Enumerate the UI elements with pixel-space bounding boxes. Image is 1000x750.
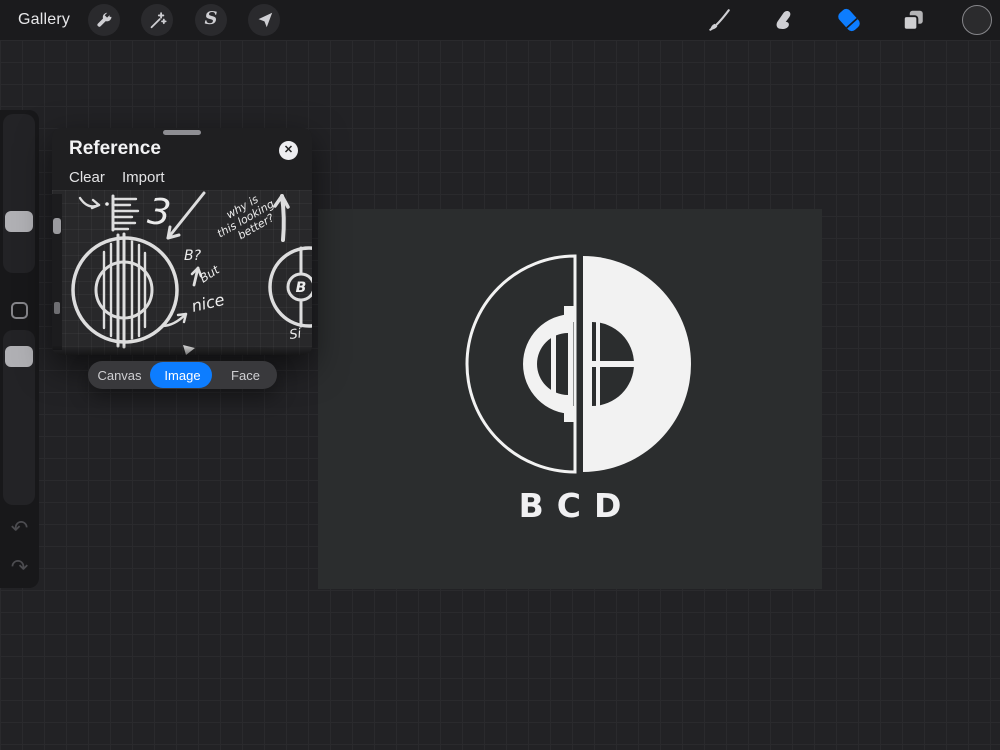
gallery-button[interactable]: Gallery xyxy=(18,0,70,40)
adjustments-button[interactable] xyxy=(141,4,173,36)
smudge-tool-button[interactable] xyxy=(767,4,801,36)
sketch-si: Si xyxy=(288,326,302,343)
magic-wand-icon xyxy=(147,10,167,30)
tab-canvas[interactable]: Canvas xyxy=(88,368,151,383)
brush-sidebar: ↶ ↷ xyxy=(0,110,39,588)
logo-wordmark: BCD xyxy=(470,486,670,525)
sketch-b-letter: B xyxy=(296,280,307,296)
tab-image[interactable]: Image xyxy=(151,368,214,383)
smudge-finger-icon xyxy=(771,7,797,33)
reference-sketch: 3 why is this looking better? B? But nic… xyxy=(52,190,312,355)
selection-button[interactable]: S xyxy=(195,4,227,36)
import-button[interactable]: Import xyxy=(122,169,165,186)
sketch-b-question: B? xyxy=(184,248,202,264)
transform-button[interactable] xyxy=(248,4,280,36)
bcd-logo-artwork xyxy=(461,244,701,484)
reference-panel[interactable]: Reference ✕ Clear Import xyxy=(52,128,312,355)
drawing-canvas[interactable]: BCD xyxy=(318,209,822,589)
eraser-tool-button[interactable] xyxy=(832,4,866,36)
close-button[interactable]: ✕ xyxy=(279,141,298,160)
transform-arrow-icon xyxy=(254,10,274,30)
eraser-icon xyxy=(835,6,863,34)
actions-button[interactable] xyxy=(88,4,120,36)
reference-tab-bar: Canvas Image Face xyxy=(88,361,277,389)
layers-icon xyxy=(900,7,926,33)
reference-panel-title: Reference xyxy=(69,138,161,160)
reference-image-fade xyxy=(52,345,312,355)
active-color-swatch[interactable] xyxy=(962,5,992,35)
undo-button[interactable]: ↶ xyxy=(0,515,39,543)
redo-button[interactable]: ↷ xyxy=(0,554,39,582)
brush-size-slider[interactable] xyxy=(3,114,35,273)
panel-drag-handle[interactable] xyxy=(163,130,201,135)
brush-opacity-handle[interactable] xyxy=(5,346,33,367)
wrench-icon xyxy=(94,10,114,30)
paint-tool-button[interactable] xyxy=(702,4,736,36)
selection-s-icon: S xyxy=(205,10,218,28)
reference-image[interactable]: 3 why is this looking better? B? But nic… xyxy=(52,190,312,355)
modify-button[interactable] xyxy=(11,302,28,319)
brush-size-handle[interactable] xyxy=(5,211,33,232)
sketch-nice: nice xyxy=(190,290,227,316)
clear-button[interactable]: Clear xyxy=(69,169,105,186)
layers-button[interactable] xyxy=(896,4,930,36)
sketch-numeral: 3 xyxy=(146,191,173,234)
tab-face[interactable]: Face xyxy=(214,368,277,383)
paint-brush-icon xyxy=(706,7,732,33)
sketch-but: But xyxy=(197,262,223,286)
top-toolbar: Gallery S xyxy=(0,0,1000,40)
app-window: Gallery S xyxy=(0,0,1000,750)
